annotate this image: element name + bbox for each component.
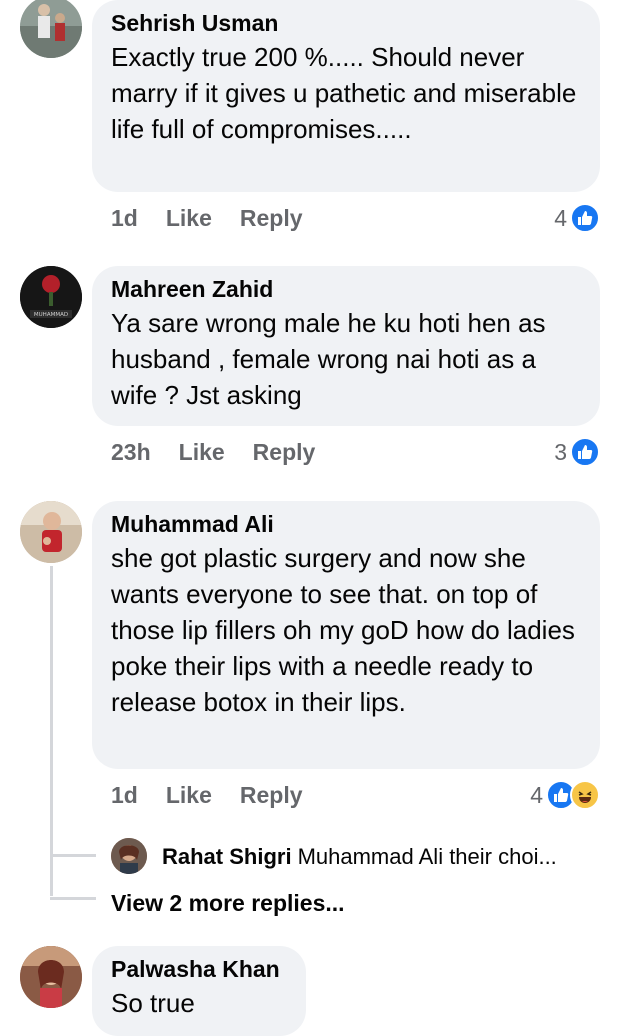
comment-text: So true <box>111 988 195 1018</box>
comment-author[interactable]: Sehrish Usman <box>111 8 581 38</box>
comment-author[interactable]: Muhammad Ali <box>111 509 581 539</box>
reply-text: Muhammad Ali their choi... <box>297 844 557 869</box>
comment-text: Exactly true 200 %..... Should never mar… <box>111 42 584 144</box>
like-button[interactable]: Like <box>179 439 225 466</box>
reply-avatar[interactable] <box>111 838 147 874</box>
comment-time[interactable]: 1d <box>111 782 138 809</box>
comment-bubble: Sehrish Usman Exactly true 200 %..... Sh… <box>92 0 600 192</box>
comment-time[interactable]: 23h <box>111 439 151 466</box>
avatar[interactable] <box>20 0 82 58</box>
comment-time[interactable]: 1d <box>111 205 138 232</box>
reply-preview[interactable]: Rahat Shigri Muhammad Ali their choi... <box>162 844 557 870</box>
comment-bubble: Palwasha Khan So true <box>92 946 306 1036</box>
comment-actions: 23h Like Reply <box>111 437 343 467</box>
comment-bubble: Mahreen Zahid Ya sare wrong male he ku h… <box>92 266 600 426</box>
avatar-text: MUHAMMAD <box>34 312 68 318</box>
thread-connector <box>50 897 96 900</box>
like-button[interactable]: Like <box>166 205 212 232</box>
comment-actions: 1d Like Reply <box>111 203 331 233</box>
haha-icon <box>570 780 600 810</box>
comment-text: she got plastic surgery and now she want… <box>111 543 583 717</box>
reaction-summary[interactable]: 3 <box>554 437 600 467</box>
like-button[interactable]: Like <box>166 782 212 809</box>
comment-author[interactable]: Palwasha Khan <box>111 954 287 984</box>
reaction-count: 4 <box>554 204 567 231</box>
thread-line <box>50 566 53 896</box>
reply-button[interactable]: Reply <box>240 782 303 809</box>
comment-author[interactable]: Mahreen Zahid <box>111 274 581 304</box>
avatar[interactable] <box>20 946 82 1008</box>
reaction-count: 3 <box>554 438 567 465</box>
reaction-summary[interactable]: 4 <box>530 780 600 810</box>
reaction-count: 4 <box>530 781 543 808</box>
like-icon <box>570 203 600 233</box>
reply-button[interactable]: Reply <box>240 205 303 232</box>
like-icon <box>570 437 600 467</box>
reply-button[interactable]: Reply <box>253 439 316 466</box>
avatar[interactable] <box>20 501 82 563</box>
comment-text: Ya sare wrong male he ku hoti hen as hus… <box>111 308 553 410</box>
reply-author[interactable]: Rahat Shigri <box>162 844 292 869</box>
comment-actions: 1d Like Reply <box>111 780 331 810</box>
view-more-replies-link[interactable]: View 2 more replies... <box>111 890 345 917</box>
avatar[interactable]: MUHAMMAD <box>20 266 82 328</box>
thread-connector <box>50 854 96 857</box>
comment-bubble: Muhammad Ali she got plastic surgery and… <box>92 501 600 769</box>
reaction-summary[interactable]: 4 <box>554 203 600 233</box>
